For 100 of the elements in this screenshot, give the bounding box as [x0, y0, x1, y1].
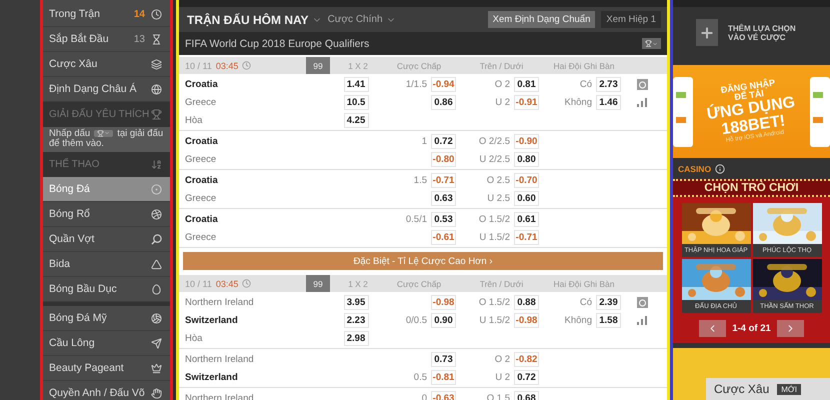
- team-name: Northern Ireland: [185, 296, 255, 308]
- odds-button[interactable]: 0.81: [514, 76, 539, 92]
- odds-button[interactable]: -0.90: [514, 134, 539, 148]
- odds-button[interactable]: 3.95: [344, 294, 368, 310]
- promo-title: Cược Xâu: [714, 382, 770, 396]
- next-button[interactable]: [776, 320, 804, 337]
- view-button[interactable]: Xem Định Dạng Chuẩn: [488, 11, 596, 28]
- odds-button[interactable]: -0.94: [431, 76, 456, 92]
- team-name: Croatia: [185, 136, 219, 146]
- betslip-hint: THÊM LỰA CHỌN VÀO VÉ CƯỢC: [728, 24, 797, 42]
- add-icon: [696, 19, 718, 46]
- new-badge: MỚI: [777, 384, 802, 394]
- odds-button[interactable]: 2.23: [344, 312, 368, 328]
- layers-icon: [151, 58, 162, 70]
- odds-button[interactable]: -0.81: [431, 370, 456, 384]
- clock-icon: [151, 8, 162, 20]
- odds-button[interactable]: 0.72: [431, 134, 456, 148]
- odds-button[interactable]: -0.98: [514, 312, 539, 328]
- team-name: Switzerland: [185, 314, 239, 326]
- clock-icon: [242, 61, 252, 70]
- market-dropdown[interactable]: Cược Chính: [328, 14, 482, 25]
- glove-icon: [151, 388, 162, 398]
- total-line: U 1.5/2: [479, 314, 510, 326]
- odds-button[interactable]: -0.71: [514, 230, 539, 244]
- odds-button[interactable]: 10.5: [344, 94, 368, 110]
- page-title[interactable]: TRẬN ĐẤU HÔM NAY: [187, 12, 322, 26]
- column-header: Cược Chấp: [396, 60, 442, 70]
- section-heading: GIẢI ĐẤU YÊU THÍCH: [49, 109, 150, 120]
- odds-button[interactable]: 0.72: [514, 370, 539, 384]
- option-label: Không: [564, 314, 592, 326]
- odds-button[interactable]: -0.70: [514, 172, 539, 188]
- total-line: O 1.5/2: [478, 296, 510, 308]
- odds-button[interactable]: -0.61: [431, 230, 456, 244]
- more-bets-tab[interactable]: 99: [306, 275, 330, 292]
- option-label: Không: [564, 96, 592, 108]
- handicap-line: 1.5: [414, 174, 427, 186]
- team-name: Croatia: [185, 214, 219, 224]
- team-name: Hòa: [185, 114, 204, 126]
- team-name: Croatia: [185, 174, 219, 186]
- odds-button[interactable]: 0.90: [431, 312, 456, 328]
- team-name: Greece: [185, 96, 218, 108]
- odds-button[interactable]: 0.60: [514, 190, 539, 206]
- odds-button[interactable]: 1.46: [596, 94, 621, 110]
- more-bets-tab[interactable]: 99: [306, 57, 330, 74]
- odds-button[interactable]: 4.25: [344, 112, 368, 128]
- odds-button[interactable]: -0.82: [514, 352, 539, 366]
- total-line: O 1.5/2: [478, 214, 510, 224]
- clock-icon: [242, 279, 252, 288]
- odds-button[interactable]: 2.73: [596, 76, 621, 92]
- league-title: FIFA World Cup 2018 Europe Qualifiers: [185, 38, 370, 50]
- odds-button[interactable]: 0.61: [514, 212, 539, 226]
- bar-chart-icon[interactable]: [637, 98, 647, 106]
- total-line: O 2/2.5: [478, 136, 510, 146]
- casino-heading: CHỌN TRÒ CHƠI: [673, 179, 830, 197]
- odds-button[interactable]: 1.41: [344, 76, 368, 92]
- favorite-button[interactable]: [642, 38, 661, 49]
- hourglass-icon: [151, 34, 162, 44]
- odds-button[interactable]: 0.53: [431, 212, 456, 226]
- odds-button[interactable]: 0.88: [514, 294, 539, 310]
- column-header: Hai Đội Ghi Bàn: [552, 60, 616, 70]
- odds-button[interactable]: -0.98: [431, 294, 456, 310]
- ball-icon: [151, 312, 162, 324]
- triangle-icon: [151, 258, 162, 270]
- phone-drawing: [810, 76, 830, 146]
- team-name: Croatia: [185, 78, 219, 90]
- trophy-icon: [645, 40, 652, 47]
- team-name: Greece: [185, 232, 218, 242]
- total-line: U 2: [495, 372, 510, 382]
- section-heading: THỂ THAO: [49, 159, 100, 170]
- column-header: 1 X 2: [347, 278, 369, 288]
- bar-chart-icon[interactable]: [637, 316, 647, 324]
- sort-az-icon[interactable]: [151, 159, 162, 170]
- sidebar-item[interactable]: Bóng Đá: [43, 177, 170, 202]
- team-name: Hòa: [185, 332, 204, 344]
- hint-text: Nhấp dấu tại giải đấu để thêm vào.: [43, 127, 170, 152]
- odds-button[interactable]: 1.58: [596, 312, 621, 328]
- page-indicator: 1-4 of 21: [732, 323, 771, 334]
- kickoff-time: 10 / 11 03:45: [185, 60, 252, 70]
- odds-button[interactable]: 0.86: [431, 94, 456, 110]
- odds-button[interactable]: -0.91: [514, 94, 539, 110]
- odds-button[interactable]: 0.63: [431, 190, 456, 206]
- count-label: 14: [134, 8, 145, 20]
- caret-icon: [652, 40, 658, 46]
- odds-button[interactable]: -0.80: [431, 152, 456, 166]
- ball-icon: [151, 184, 162, 194]
- previous-button[interactable]: [699, 320, 726, 337]
- odds-button[interactable]: -0.71: [431, 172, 456, 188]
- view-button[interactable]: Xem Hiệp 1: [601, 11, 661, 28]
- column-header: Cược Chấp: [396, 278, 442, 288]
- promo-card[interactable]: Cược Xâu MỚI: [673, 348, 830, 400]
- odds-button[interactable]: 0.73: [431, 352, 456, 366]
- odds-button[interactable]: 2.39: [596, 294, 621, 310]
- odds-button[interactable]: 0.80: [514, 152, 539, 166]
- trophy-icon: [151, 109, 162, 120]
- phone-drawing: [673, 76, 693, 146]
- odds-button[interactable]: 2.98: [344, 330, 368, 346]
- info-icon[interactable]: [715, 164, 726, 174]
- total-line: O 2.5: [486, 174, 510, 186]
- column-header: Hai Đội Ghi Bàn: [552, 278, 616, 288]
- casino-title: CASINO: [678, 164, 712, 174]
